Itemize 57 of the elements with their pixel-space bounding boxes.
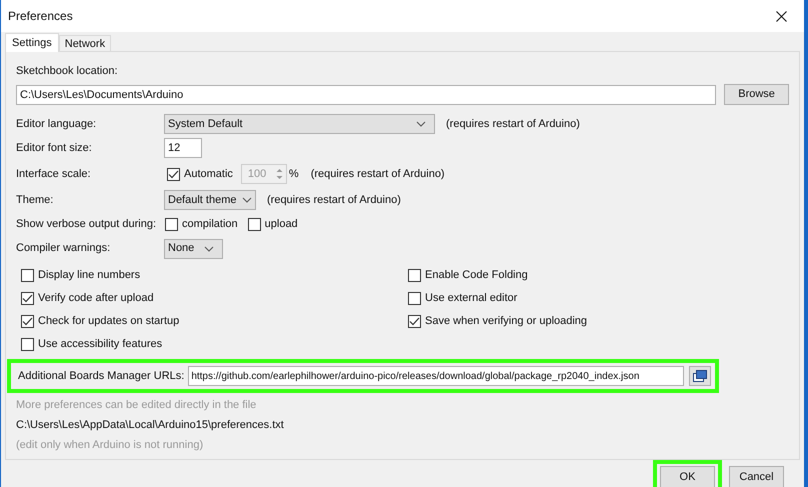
- dialog-button[interactable]: OK: [660, 466, 715, 487]
- url-list-button[interactable]: [689, 366, 711, 386]
- checkbox[interactable]: [21, 315, 34, 328]
- sketchbook-path-field[interactable]: C:\Users\Les\Documents\Arduino: [16, 84, 716, 104]
- note-text: (requires restart of Arduino): [310, 166, 445, 182]
- field-label: Compiler warnings:: [16, 241, 112, 256]
- check-icon: [22, 317, 33, 326]
- check-icon: [409, 317, 420, 326]
- file-path-text: C:\Users\Les\AppData\Local\Arduino15\preferences.txt: [16, 418, 285, 433]
- note-text: (requires restart of Arduino): [267, 192, 401, 208]
- field-label: Show verbose output during:: [16, 216, 158, 232]
- checkbox-label: Automatic: [184, 166, 233, 182]
- spinner-arrows-icon: [274, 167, 284, 181]
- checkbox[interactable]: [408, 292, 421, 305]
- checkbox-label: Use accessibility features: [38, 337, 162, 352]
- checkbox[interactable]: [21, 338, 34, 351]
- dialog-button[interactable]: Cancel: [729, 466, 784, 487]
- checkbox-label: upload: [264, 216, 298, 232]
- checkbox-label: Display line numbers: [38, 268, 140, 284]
- browse-button[interactable]: Browse: [724, 84, 789, 105]
- field-label: Additional Boards Manager URLs:: [18, 368, 184, 384]
- checkbox-label: Check for updates on startup: [38, 314, 180, 330]
- note-text: (requires restart of Arduino): [446, 116, 580, 132]
- caret-icon: [204, 246, 214, 252]
- unit-text: %: [288, 166, 299, 182]
- check-icon: [22, 294, 33, 303]
- note-text: (edit only when Arduino is not running): [16, 438, 204, 453]
- close-icon: [776, 10, 786, 22]
- checkbox[interactable]: [408, 269, 421, 282]
- theme-dropdown[interactable]: Default theme: [164, 190, 256, 210]
- font-size-field[interactable]: 12: [164, 138, 202, 158]
- field-label: Editor font size:: [16, 140, 93, 156]
- check-icon: [168, 170, 179, 178]
- checkbox-label: Save when verifying or uploading: [425, 314, 588, 330]
- window-title: Preferences: [8, 8, 73, 25]
- checkbox-label: Verify code after upload: [38, 291, 154, 306]
- checkbox-label: Enable Code Folding: [425, 268, 528, 284]
- language-dropdown[interactable]: System Default: [164, 114, 435, 134]
- checkbox-label: compilation: [182, 216, 238, 232]
- checkbox[interactable]: [408, 315, 421, 328]
- field-label: Interface scale:: [16, 166, 92, 182]
- field-label: Theme:: [16, 192, 54, 208]
- caret-icon: [416, 121, 426, 127]
- tab[interactable]: Settings: [5, 33, 59, 52]
- checkbox-label: Use external editor: [425, 291, 518, 306]
- warnings-dropdown[interactable]: None: [164, 238, 223, 258]
- boards-url-field[interactable]: https://github.com/earlephilhower/arduino-pico/releases/download/global/package_rp2040_index.json: [188, 366, 684, 386]
- hint-text: More preferences can be edited directly in the file: [16, 398, 258, 413]
- tab[interactable]: Network: [58, 35, 112, 51]
- windows-icon: [693, 370, 707, 382]
- checkbox[interactable]: [165, 218, 178, 230]
- caret-icon: [242, 197, 252, 203]
- checkbox[interactable]: [21, 269, 34, 282]
- field-label: Editor language:: [16, 116, 98, 132]
- field-label: Sketchbook location:: [16, 64, 119, 79]
- checkbox[interactable]: [248, 218, 261, 230]
- checkbox[interactable]: [21, 292, 34, 305]
